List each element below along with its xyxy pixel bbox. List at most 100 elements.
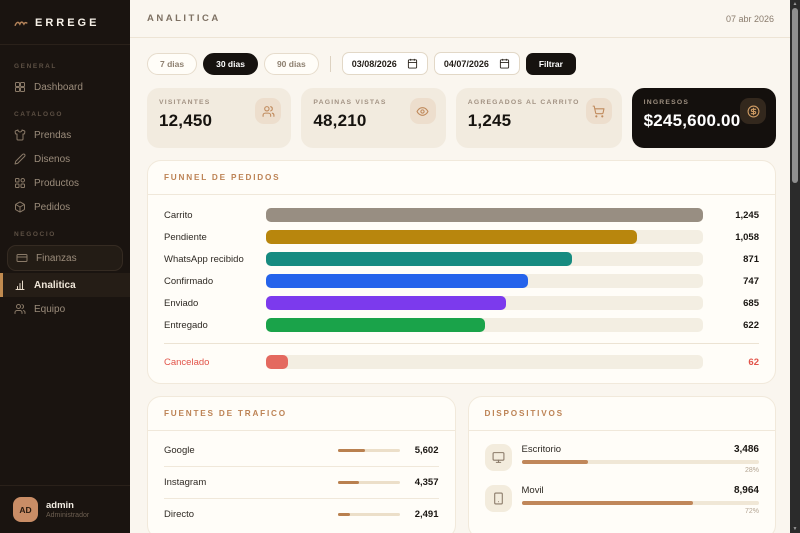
devices-title: DISPOSITIVOS — [468, 397, 775, 431]
funnel-bar — [266, 296, 507, 310]
traffic-source-label: Instagram — [164, 477, 207, 488]
date-from-input[interactable]: 03/08/2026 — [341, 52, 428, 75]
funnel-row-value: 1,245 — [735, 209, 759, 221]
users-icon — [14, 303, 26, 315]
sidebar-item-label: Pedidos — [34, 201, 71, 213]
scroll-up-arrow-icon[interactable]: ▲ — [790, 1, 800, 7]
credit-card-icon — [16, 252, 28, 264]
dollar-circle-icon — [740, 98, 766, 124]
sidebar-item-equipo[interactable]: Equipo — [0, 297, 130, 321]
funnel-divider — [164, 343, 759, 344]
funnel-row-cancelado: Cancelado 62 — [164, 355, 759, 369]
header-date: 07 abr 2026 — [725, 13, 774, 24]
funnel-row-enviado: Enviado 685 — [164, 296, 759, 310]
range-30-dias-button[interactable]: 30 dias — [203, 52, 258, 75]
funnel-bar — [266, 252, 572, 266]
device-bar — [521, 501, 693, 505]
funnel-bar-track — [266, 208, 703, 222]
topbar: ANALITICA 07 abr 2026 — [130, 0, 800, 38]
range-7-dias-button[interactable]: 7 dias — [147, 52, 198, 75]
traffic-bar — [337, 449, 366, 452]
funnel-row-label: Confirmado — [164, 275, 214, 287]
funnel-bar-track — [266, 296, 703, 310]
date-to-input[interactable]: 04/07/2026 — [433, 52, 520, 75]
stat-card-visitantes: VISITANTES 12,450 — [147, 88, 292, 148]
cart-icon — [585, 98, 612, 124]
shirt-icon — [14, 129, 26, 141]
traffic-row-google: Google 5,602 — [164, 435, 439, 467]
traffic-bar-track — [337, 481, 400, 484]
bar-chart-icon — [14, 279, 26, 291]
traffic-source-label: Directo — [164, 509, 195, 520]
traffic-bar — [337, 481, 360, 484]
funnel-row-label: Carrito — [164, 209, 193, 221]
sidebar-item-disenos[interactable]: Disenos — [0, 147, 130, 171]
funnel-row-value: 1,058 — [735, 231, 759, 243]
traffic-row-instagram: Instagram 4,357 — [164, 467, 439, 499]
device-value: 8,964 — [733, 485, 759, 496]
device-value: 3,486 — [733, 444, 759, 455]
sidebar-item-productos[interactable]: Productos — [0, 171, 130, 195]
user-name: admin — [46, 500, 74, 512]
funnel-bar — [266, 230, 638, 244]
range-90-dias-button[interactable]: 90 dias — [263, 52, 319, 75]
main-area: ANALITICA 07 abr 2026 7 dias 30 dias 90 … — [130, 0, 800, 533]
filter-bar: 7 dias 30 dias 90 dias 03/08/2026 04/07/… — [147, 52, 776, 75]
sidebar-item-pedidos[interactable]: Pedidos — [0, 195, 130, 219]
funnel-row-value: 622 — [743, 319, 759, 331]
filtrar-button[interactable]: Filtrar — [525, 52, 576, 75]
funnel-bar-track — [266, 355, 703, 369]
funnel-bar — [266, 274, 529, 288]
device-percent: 28% — [744, 467, 759, 474]
shapes-grid-icon — [14, 177, 26, 189]
user-profile[interactable]: AD admin Administrador — [0, 485, 130, 533]
stat-card-agregados-carrito: AGREGADOS AL CARRITO 1,245 — [455, 88, 622, 148]
sidebar-item-label: Finanzas — [36, 252, 77, 264]
traffic-card: FUENTES DE TRAFICO Google 5,602 Instagra… — [147, 396, 456, 533]
funnel-row-value: 62 — [748, 356, 759, 368]
calendar-icon[interactable] — [499, 58, 510, 69]
smartphone-icon — [484, 485, 512, 512]
funnel-row-label: Pendiente — [164, 231, 207, 243]
sidebar-item-dashboard[interactable]: Dashboard — [0, 75, 130, 99]
filter-divider — [329, 55, 331, 72]
funnel-bar — [266, 355, 288, 369]
funnel-row-label: WhatsApp recibido — [164, 253, 244, 265]
dashboard-grid-icon — [14, 81, 26, 93]
funnel-chart: Carrito 1,245 Pendiente 1,058 WhatsApp r… — [148, 195, 775, 383]
sidebar-item-label: Analitica — [34, 279, 76, 291]
sidebar-item-label: Disenos — [34, 153, 71, 165]
funnel-row-value: 685 — [743, 297, 759, 309]
scrollbar[interactable]: ▲ ▼ — [790, 0, 800, 533]
traffic-list: Google 5,602 Instagram 4,357 Directo 2,4… — [148, 431, 455, 533]
funnel-bar-track — [266, 274, 703, 288]
traffic-bar-track — [337, 513, 400, 516]
traffic-source-value: 2,491 — [414, 509, 439, 520]
devices-list: Escritorio 3,486 28% Movil 8,964 72% — [469, 431, 776, 533]
sidebar-item-label: Dashboard — [34, 81, 83, 93]
app-window: ERREGE GENERAL Dashboard CATALOGO Prenda… — [0, 0, 800, 533]
sidebar-item-prendas[interactable]: Prendas — [0, 123, 130, 147]
stat-card-paginas-vistas: PAGINAS VISTAS 48,210 — [301, 88, 446, 148]
sidebar-item-analitica[interactable]: Analitica — [0, 273, 130, 297]
device-bar-track — [521, 501, 759, 505]
logo: ERREGE — [0, 0, 130, 45]
scrollbar-thumb[interactable] — [792, 8, 798, 183]
sidebar-item-label: Productos — [34, 177, 80, 189]
calendar-icon[interactable] — [407, 58, 418, 69]
nav-section-catalogo: CATALOGO — [14, 111, 64, 118]
page-title: ANALITICA — [147, 13, 221, 24]
page-content: 7 dias 30 dias 90 dias 03/08/2026 04/07/… — [130, 38, 800, 533]
traffic-title: FUENTES DE TRAFICO — [148, 397, 455, 431]
middle-grid: FUENTES DE TRAFICO Google 5,602 Instagra… — [147, 396, 776, 533]
pencil-icon — [14, 153, 26, 165]
devices-card: DISPOSITIVOS Escritorio 3,486 28% Movil … — [467, 396, 776, 533]
device-bar-track — [521, 460, 759, 464]
device-label: Escritorio — [521, 444, 562, 455]
scroll-down-arrow-icon[interactable]: ▼ — [790, 526, 800, 532]
funnel-bar — [266, 208, 703, 222]
funnel-title: FUNNEL DE PEDIDOS — [148, 161, 775, 195]
sidebar-item-finanzas[interactable]: Finanzas — [7, 245, 123, 271]
sidebar-item-label: Equipo — [34, 303, 66, 315]
funnel-bar-track — [266, 230, 703, 244]
